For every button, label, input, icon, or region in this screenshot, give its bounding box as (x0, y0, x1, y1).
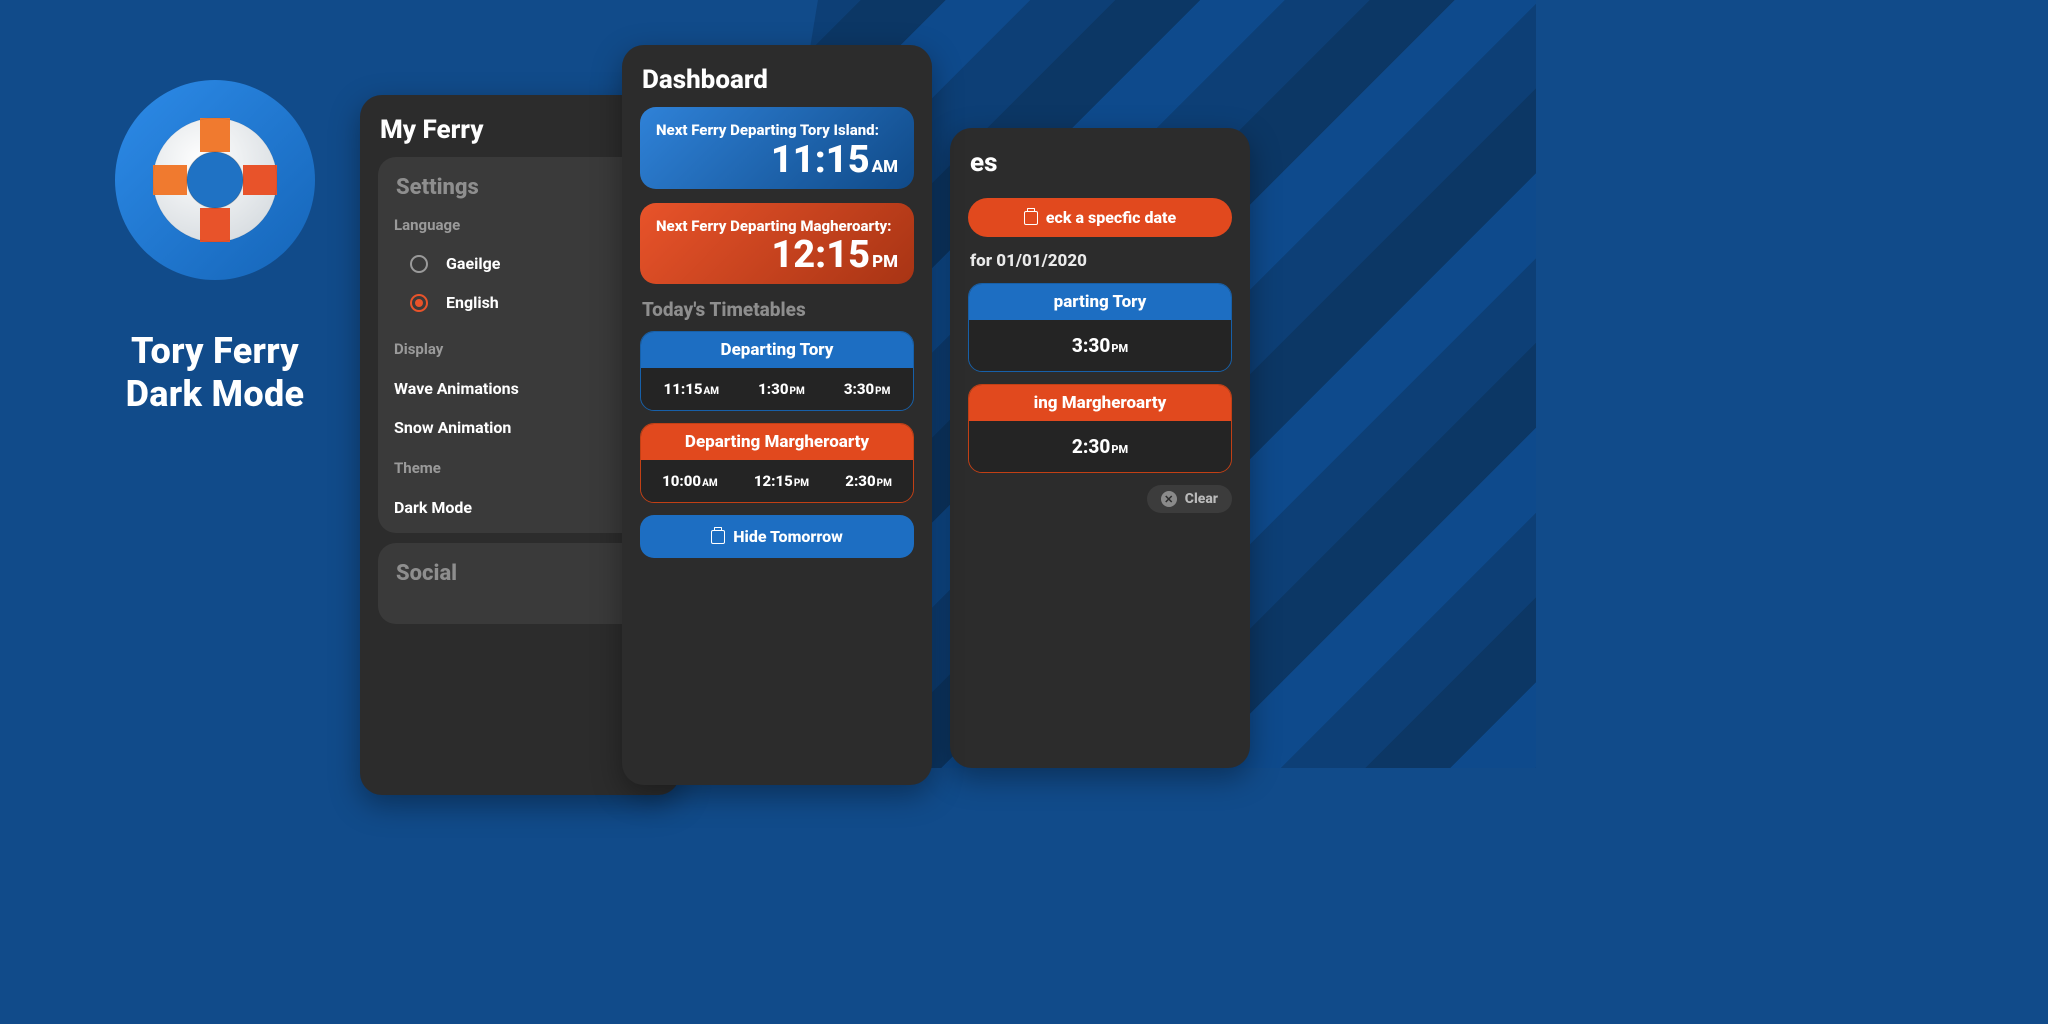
calendar-icon (1024, 211, 1038, 225)
tt-magh-card: ing Margheroarty 2:30PM (968, 384, 1232, 473)
today-magh-times: 10:00AM 12:15PM 2:30PM (641, 460, 913, 502)
brand-title: Tory Ferry Dark Mode (85, 330, 345, 416)
wave-label: Wave Animations (394, 379, 519, 398)
timetables-title: es (968, 146, 1232, 190)
check-date-button[interactable]: eck a specfic date (968, 198, 1232, 237)
tt-tory-head: parting Tory (969, 284, 1231, 320)
settings-inner: Settings Language Gaeilge English Displa… (378, 157, 662, 533)
snow-label: Snow Animation (394, 418, 511, 437)
today-tory-times: 11:15AM 1:30PM 3:30PM (641, 368, 913, 410)
dashboard-card: Dashboard Next Ferry Departing Tory Isla… (622, 45, 932, 785)
next-magh-card[interactable]: Next Ferry Departing Magheroarty: 12:15P… (640, 203, 914, 285)
theme-label: Theme (394, 459, 646, 477)
hide-tomorrow-label: Hide Tomorrow (733, 527, 843, 546)
clear-button[interactable]: ✕ Clear (1147, 485, 1232, 513)
check-date-label: eck a specfic date (1046, 208, 1176, 227)
wave-toggle-row[interactable]: Wave Animations (394, 368, 646, 408)
calendar-icon (711, 530, 725, 544)
brand-block: Tory Ferry Dark Mode (85, 80, 345, 416)
tt-magh-head: ing Margheroarty (969, 385, 1231, 421)
radio-unselected-icon (410, 255, 428, 273)
language-label: Language (394, 216, 646, 234)
lang-english-row[interactable]: English (394, 283, 646, 322)
snow-toggle-row[interactable]: Snow Animation (394, 408, 646, 447)
brand-title-line1: Tory Ferry (85, 330, 345, 373)
tt-tory-time: 3:30PM (969, 320, 1231, 371)
settings-section: Settings (394, 171, 646, 208)
next-magh-time: 12:15PM (656, 236, 898, 274)
for-date-label: for 01/01/2020 (970, 251, 1232, 271)
next-tory-card[interactable]: Next Ferry Departing Tory Island: 11:15A… (640, 107, 914, 189)
tt-tory-card: parting Tory 3:30PM (968, 283, 1232, 372)
lang-english-label: English (446, 293, 499, 312)
radio-selected-icon (410, 294, 428, 312)
dashboard-title: Dashboard (640, 63, 914, 107)
hide-tomorrow-button[interactable]: Hide Tomorrow (640, 515, 914, 558)
lang-gaeilge-label: Gaeilge (446, 254, 500, 273)
close-icon: ✕ (1161, 491, 1177, 507)
today-tory-card: Departing Tory 11:15AM 1:30PM 3:30PM (640, 331, 914, 411)
display-label: Display (394, 340, 646, 358)
today-heading: Today's Timetables (642, 298, 914, 321)
social-section: Social (394, 557, 646, 594)
lifebuoy-icon (115, 80, 315, 280)
tt-magh-time: 2:30PM (969, 421, 1231, 472)
today-magh-card: Departing Margheroarty 10:00AM 12:15PM 2… (640, 423, 914, 503)
darkmode-label: Dark Mode (394, 498, 472, 517)
timetables-card: es eck a specfic date for 01/01/2020 par… (950, 128, 1250, 768)
darkmode-toggle-row[interactable]: Dark Mode (394, 487, 646, 527)
clear-label: Clear (1185, 491, 1218, 507)
lang-gaeilge-row[interactable]: Gaeilge (394, 244, 646, 283)
social-inner: Social (378, 543, 662, 624)
next-tory-time: 11:15AM (656, 141, 898, 179)
today-tory-head: Departing Tory (641, 332, 913, 368)
settings-title: My Ferry (378, 113, 662, 157)
today-magh-head: Departing Margheroarty (641, 424, 913, 460)
brand-title-line2: Dark Mode (85, 373, 345, 416)
